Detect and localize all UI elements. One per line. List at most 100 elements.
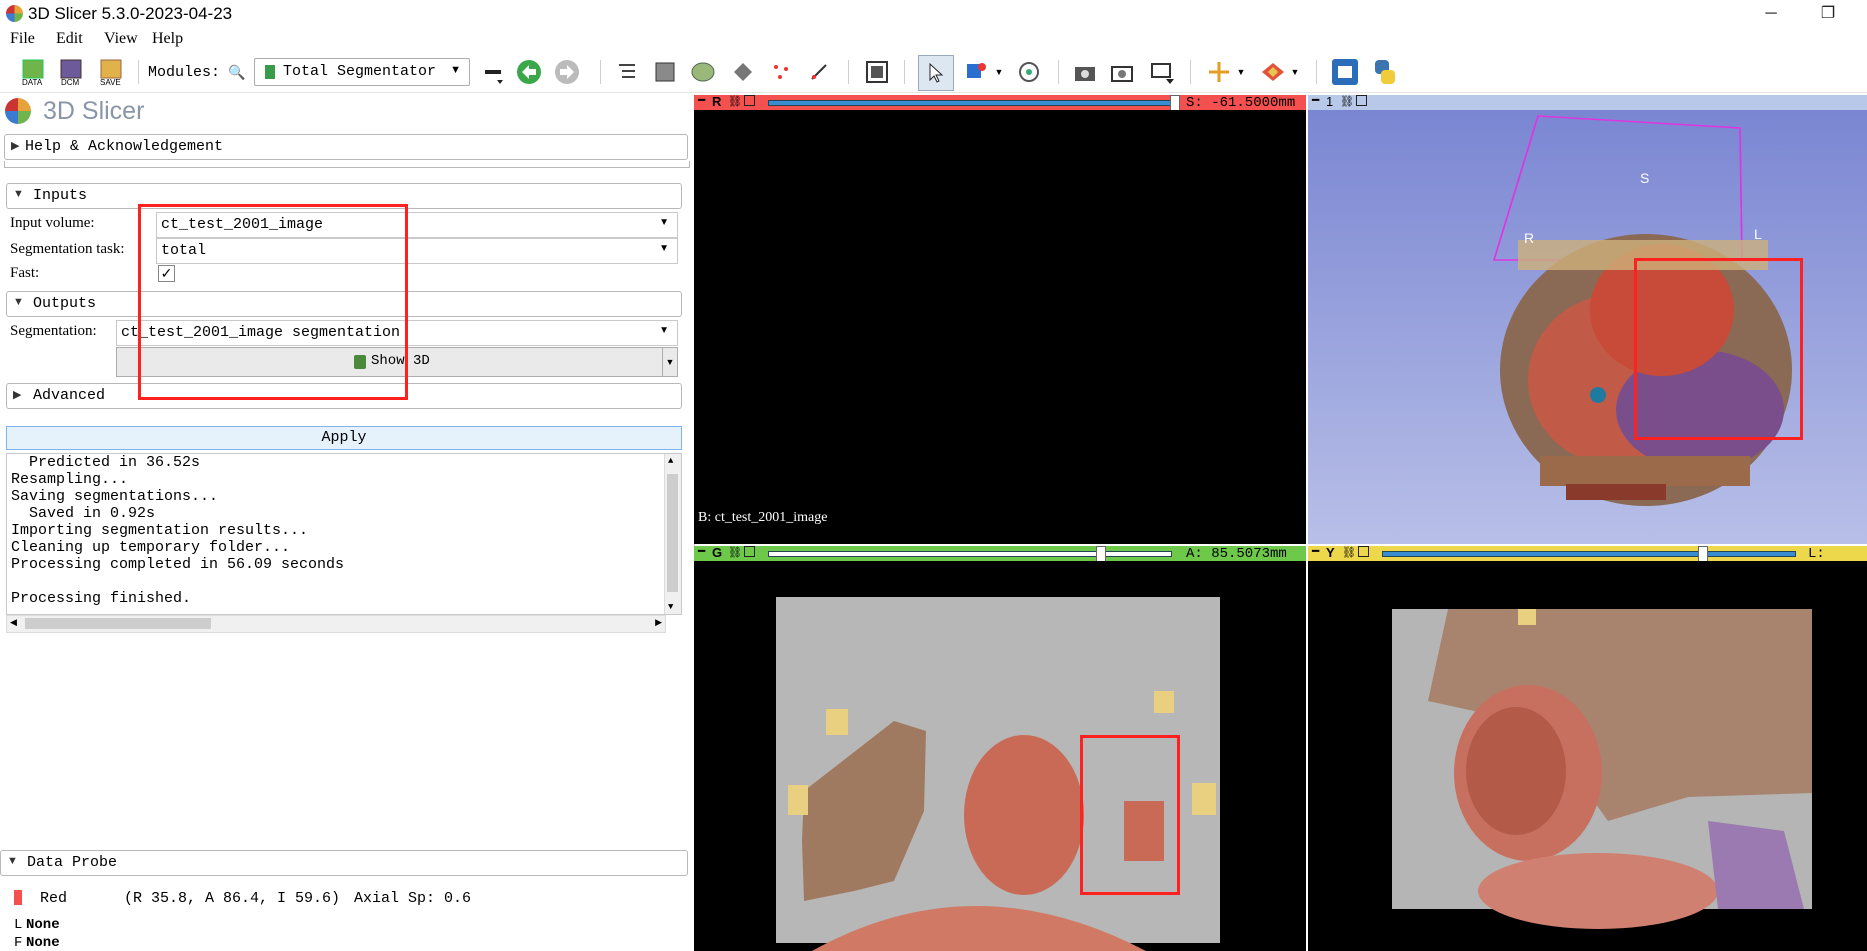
link-icon[interactable]: ⛓ xyxy=(728,546,742,559)
link-icon[interactable]: ⛓ xyxy=(1342,546,1356,559)
module-icon xyxy=(265,65,275,79)
scene-snapshot-button[interactable] xyxy=(1148,57,1178,87)
maximize-view-icon[interactable] xyxy=(1358,546,1369,557)
layout-button[interactable] xyxy=(862,57,892,87)
arrow-right-icon xyxy=(555,60,579,84)
window-title: 3D Slicer 5.3.0-2023-04-23 xyxy=(28,4,233,23)
scene-view-button[interactable] xyxy=(1108,57,1138,87)
probe-axial-spacing: Axial Sp: 0.6 xyxy=(354,890,472,907)
probe-view-color-swatch xyxy=(14,890,22,905)
place-markup-dropdown[interactable]: ▼ xyxy=(992,57,1006,87)
pin-icon[interactable]: ━ xyxy=(1312,93,1319,107)
crosshair-dropdown[interactable]: ▼ xyxy=(1234,57,1248,87)
brain-icon xyxy=(691,62,715,82)
green-view-controller[interactable]: ━ G ⛓ A: 85.5073mm xyxy=(694,544,1306,563)
log-text-area[interactable]: Predicted in 36.52s Resampling... Saving… xyxy=(6,453,682,615)
link-icon[interactable]: ⛓ xyxy=(1340,95,1354,108)
minimize-button[interactable]: ─ xyxy=(1751,2,1791,26)
green-slice-view[interactable] xyxy=(694,561,1306,951)
help-acknowledgement-label: Help & Acknowledgement xyxy=(25,138,224,155)
maximize-view-icon[interactable] xyxy=(1356,95,1367,106)
chevron-down-icon: ▼ xyxy=(665,357,675,367)
pin-icon[interactable]: ━ xyxy=(1312,544,1319,558)
outputs-section-label: Outputs xyxy=(33,295,97,312)
crosshair-button[interactable] xyxy=(1204,57,1234,87)
restore-button[interactable]: ❐ xyxy=(1808,2,1848,26)
chevron-down-icon: ▼ xyxy=(1290,67,1300,77)
log-line: Resampling... xyxy=(11,471,129,488)
green-view-letter: G xyxy=(712,545,723,560)
menu-edit[interactable]: Edit xyxy=(56,30,83,48)
dicom-button[interactable]: DCM xyxy=(56,57,86,87)
crosshair-icon xyxy=(1209,62,1229,82)
red-slice-view[interactable]: B: ct_test_2001_image xyxy=(694,110,1306,544)
threed-view-controller[interactable]: ━ 1 ⛓ xyxy=(1308,93,1867,110)
log-horizontal-scrollbar[interactable]: ◀ ▶ xyxy=(6,615,666,633)
module-history-button[interactable] xyxy=(478,57,508,87)
search-icon: 🔍 xyxy=(228,63,246,80)
show-3d-dropdown[interactable]: ▼ xyxy=(662,347,678,377)
load-data-button[interactable]: DATA xyxy=(18,57,48,87)
chevron-down-icon: ▼ xyxy=(994,67,1004,77)
slicer-logo-text: 3D Slicer xyxy=(43,97,145,125)
maximize-view-icon[interactable] xyxy=(744,95,755,106)
data-probe-label: Data Probe xyxy=(27,854,118,871)
link-icon[interactable]: ⛓ xyxy=(728,95,742,108)
data-module-button[interactable] xyxy=(612,57,642,87)
next-module-button[interactable] xyxy=(552,57,582,87)
extensions-manager-button[interactable] xyxy=(1330,57,1360,87)
screenshot-button[interactable] xyxy=(1070,57,1100,87)
pin-icon[interactable]: ━ xyxy=(698,93,705,107)
arrow-left-icon xyxy=(517,60,541,84)
data-probe-section[interactable]: ▼ Data Probe xyxy=(0,850,688,876)
red-view-background-label: B: ct_test_2001_image xyxy=(698,510,828,525)
log-vertical-scrollbar[interactable]: ▲ ▼ xyxy=(664,454,681,614)
transforms-module-button[interactable] xyxy=(728,57,758,87)
red-view-controller[interactable]: ━ R ⛓ S: -61.5000mm xyxy=(694,93,1306,112)
previous-module-button[interactable] xyxy=(514,57,544,87)
menu-help[interactable]: Help xyxy=(152,30,183,48)
data-icon: DATA xyxy=(22,59,44,86)
pin-icon[interactable]: ━ xyxy=(698,544,705,558)
red-slice-slider[interactable] xyxy=(768,100,1172,106)
segmentation-task-label: Segmentation task: xyxy=(10,241,125,257)
slice-intersections-button[interactable] xyxy=(1258,57,1288,87)
help-acknowledgement-section[interactable]: ▶ Help & Acknowledgement xyxy=(4,134,688,160)
menu-view[interactable]: View xyxy=(104,30,138,48)
module-search-button[interactable]: 🔍 xyxy=(222,57,252,87)
svg-text:DATA: DATA xyxy=(22,78,43,86)
probe-layer-f-value: None xyxy=(26,935,60,951)
scrollbar-thumb[interactable] xyxy=(25,618,211,629)
crosshair-module-button[interactable] xyxy=(1014,57,1044,87)
segment-editor-button[interactable] xyxy=(804,57,834,87)
orientation-label-l: L xyxy=(1754,226,1762,242)
apply-button[interactable]: Apply xyxy=(6,426,682,450)
probe-layer-f: F xyxy=(14,935,23,951)
place-markup-button[interactable] xyxy=(962,57,992,87)
input-volume-label: Input volume: xyxy=(10,215,95,231)
markups-module-button[interactable] xyxy=(766,57,796,87)
yellow-slice-view[interactable] xyxy=(1308,561,1867,951)
yellow-slice-slider[interactable] xyxy=(1382,551,1796,557)
green-slice-slider[interactable] xyxy=(768,551,1172,557)
view-transform-mode-button[interactable] xyxy=(918,55,954,91)
volumes-module-button[interactable] xyxy=(650,57,680,87)
models-module-button[interactable] xyxy=(688,57,718,87)
python-console-button[interactable] xyxy=(1370,57,1400,87)
maximize-view-icon[interactable] xyxy=(744,546,755,557)
markups-icon xyxy=(774,65,788,79)
threed-view[interactable]: S R L xyxy=(1308,110,1867,544)
chevron-down-icon: ▼ xyxy=(450,64,461,76)
yellow-view-controller[interactable]: ━ Y ⛓ L: 64.83 xyxy=(1308,544,1867,578)
slice-intersections-dropdown[interactable]: ▼ xyxy=(1288,57,1302,87)
menu-file[interactable]: File xyxy=(10,30,35,48)
slicer-app-icon xyxy=(6,5,23,22)
module-selector[interactable]: Total Segmentator ▼ xyxy=(254,58,470,86)
scrollbar-thumb[interactable] xyxy=(667,474,678,592)
expand-arrow-icon: ▶ xyxy=(13,389,22,401)
segmentation-label: Segmentation: xyxy=(10,323,97,339)
log-line: Cleaning up temporary folder... xyxy=(11,539,291,556)
save-icon: SAVE xyxy=(100,59,122,86)
save-button[interactable]: SAVE xyxy=(96,57,126,87)
collapse-arrow-icon: ▼ xyxy=(13,296,24,308)
